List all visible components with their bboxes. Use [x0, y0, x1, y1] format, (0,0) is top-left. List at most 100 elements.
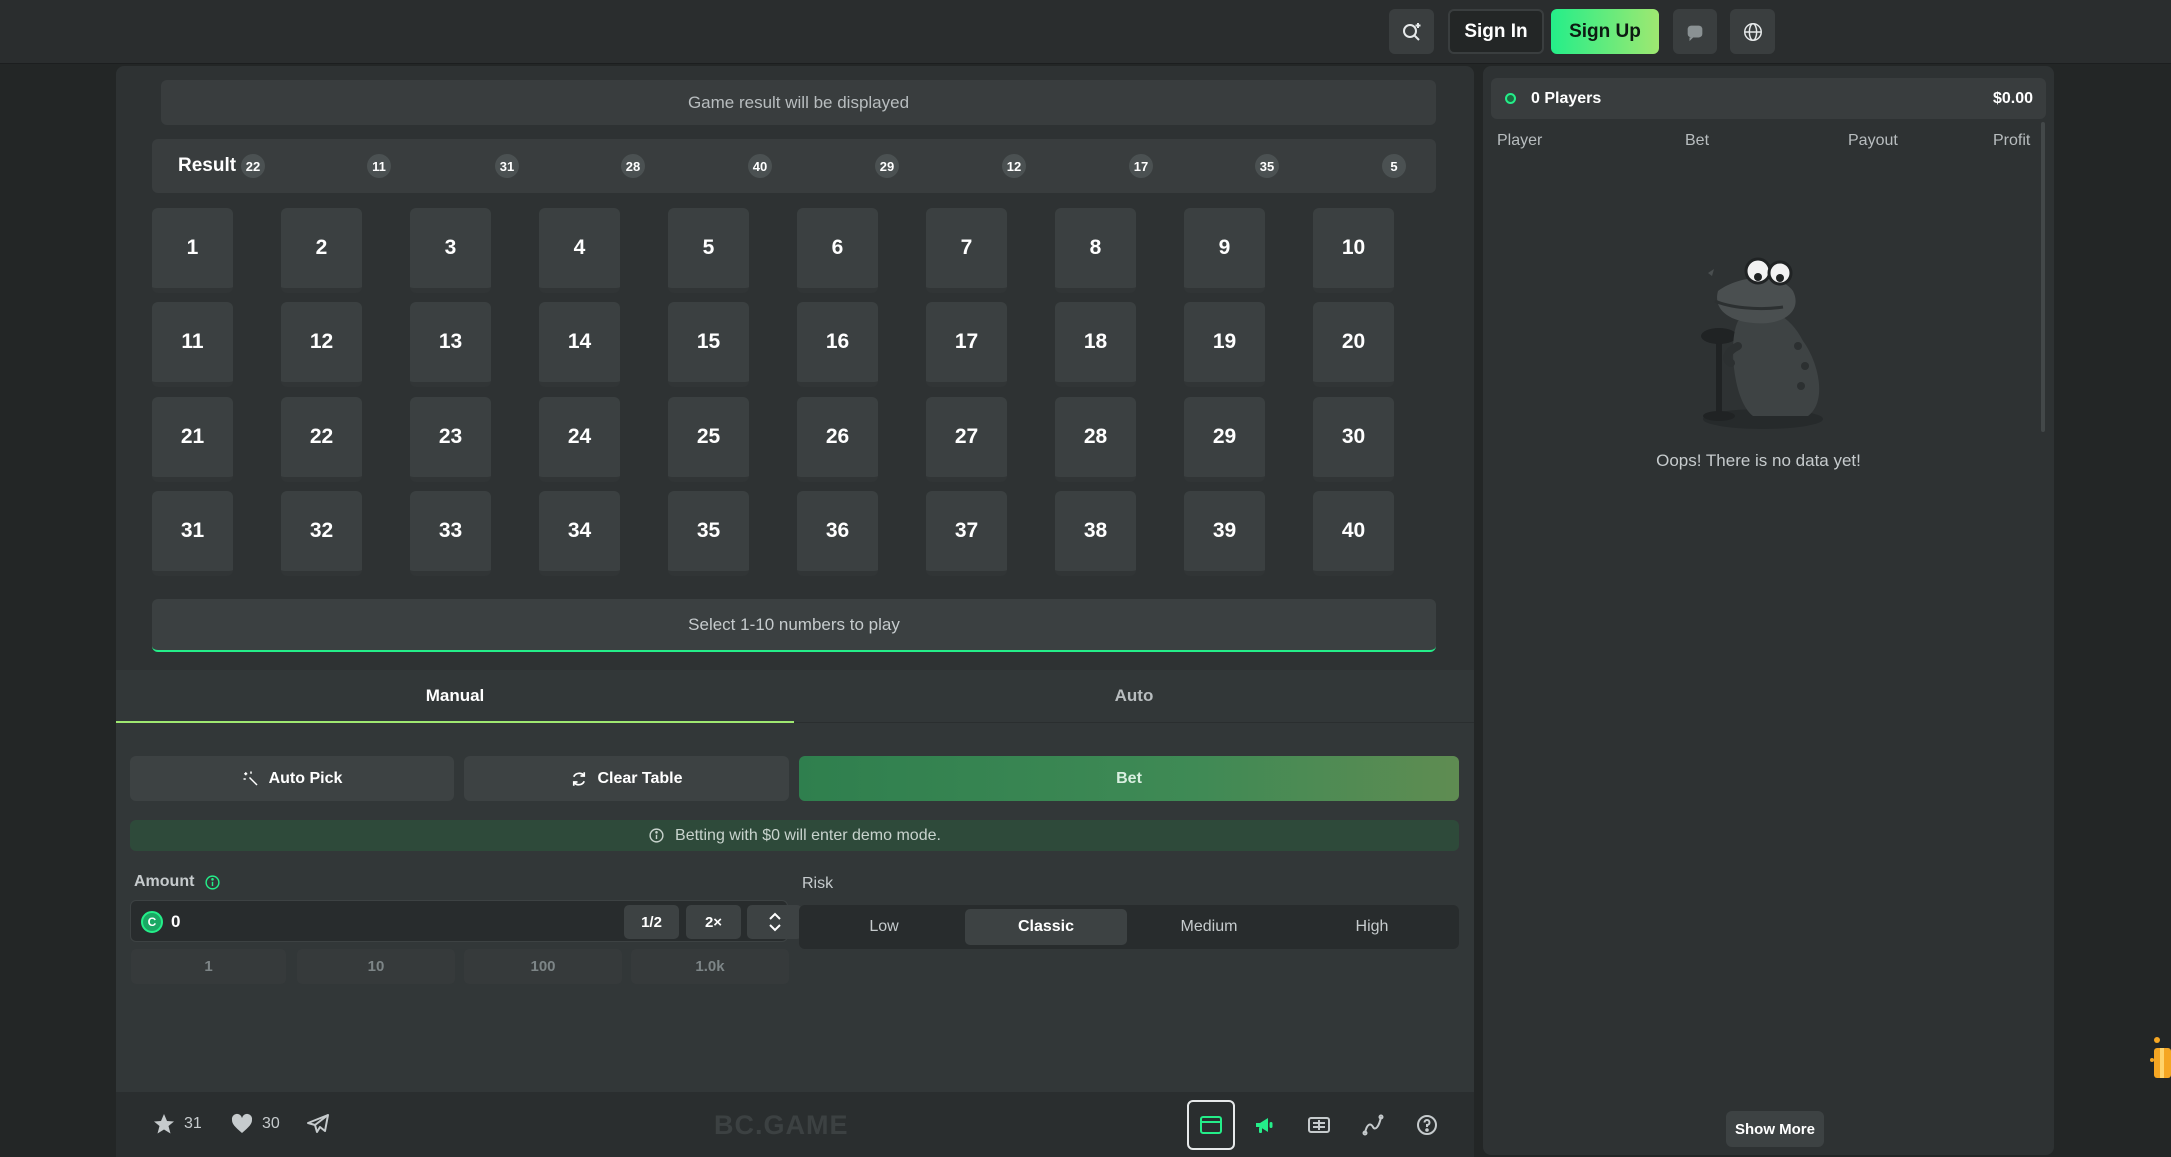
- number-tile[interactable]: 29: [1184, 397, 1265, 482]
- amount-input[interactable]: [171, 901, 521, 943]
- number-tile[interactable]: 38: [1055, 491, 1136, 576]
- share-button[interactable]: [306, 1112, 330, 1136]
- result-ball: 11: [367, 154, 391, 178]
- number-tile[interactable]: 1: [152, 208, 233, 293]
- number-tile[interactable]: 5: [668, 208, 749, 293]
- result-label: Result: [178, 155, 237, 176]
- result-history: Result 22 11 31 28 40 29 12 17 35 5: [152, 139, 1436, 193]
- number-tile[interactable]: 9: [1184, 208, 1265, 293]
- result-ball: 5: [1382, 154, 1406, 178]
- number-tile[interactable]: 27: [926, 397, 1007, 482]
- column-payout: Payout: [1848, 132, 1898, 149]
- number-tile[interactable]: 20: [1313, 302, 1394, 387]
- star-icon: [154, 1114, 174, 1134]
- number-tile[interactable]: 7: [926, 208, 1007, 293]
- star-count: 31: [184, 1115, 202, 1132]
- number-tile[interactable]: 37: [926, 491, 1007, 576]
- window-icon: [1200, 1116, 1222, 1134]
- auto-pick-button[interactable]: Auto Pick: [130, 756, 454, 801]
- coin-icon: C: [141, 911, 163, 933]
- like-button[interactable]: 30: [230, 1112, 280, 1136]
- result-ball: 22: [241, 154, 265, 178]
- amount-stepper[interactable]: [747, 905, 802, 939]
- show-more-button[interactable]: Show More: [1726, 1111, 1824, 1147]
- column-player: Player: [1497, 132, 1543, 149]
- number-tile[interactable]: 36: [797, 491, 878, 576]
- stats-button[interactable]: [1353, 1105, 1393, 1145]
- number-tile[interactable]: 8: [1055, 208, 1136, 293]
- chat-button[interactable]: [1673, 9, 1717, 54]
- preset-amount[interactable]: 100: [464, 949, 622, 984]
- magic-wand-icon: [243, 771, 258, 786]
- number-tile[interactable]: 13: [410, 302, 491, 387]
- refresh-icon: [573, 771, 586, 786]
- number-tile[interactable]: 10: [1313, 208, 1394, 293]
- bet-button[interactable]: Bet: [799, 756, 1459, 801]
- number-tile[interactable]: 4: [539, 208, 620, 293]
- number-tile[interactable]: 15: [668, 302, 749, 387]
- hotkeys-button[interactable]: [1299, 1105, 1339, 1145]
- players-total: $0.00: [1992, 90, 2033, 107]
- number-tile[interactable]: 26: [797, 397, 878, 482]
- number-tile[interactable]: 22: [281, 397, 362, 482]
- number-tile[interactable]: 23: [410, 397, 491, 482]
- half-button[interactable]: 1/2: [624, 905, 679, 939]
- number-tile[interactable]: 39: [1184, 491, 1265, 576]
- heart-icon: [231, 1113, 253, 1133]
- number-tile[interactable]: 2: [281, 208, 362, 293]
- number-tile[interactable]: 24: [539, 397, 620, 482]
- number-tile[interactable]: 35: [668, 491, 749, 576]
- sign-up-button[interactable]: Sign Up: [1551, 9, 1659, 54]
- number-tile[interactable]: 14: [539, 302, 620, 387]
- crocodile-mascot-icon: [1701, 257, 1823, 429]
- keyboard-icon: [1308, 1117, 1330, 1133]
- sound-button[interactable]: [1245, 1105, 1285, 1145]
- info-icon[interactable]: [204, 874, 221, 891]
- number-tile[interactable]: 25: [668, 397, 749, 482]
- language-button[interactable]: [1730, 9, 1775, 54]
- layout-toggle-button[interactable]: [1187, 1100, 1235, 1150]
- number-tile[interactable]: 3: [410, 208, 491, 293]
- risk-selector: Low Classic Medium High: [799, 905, 1459, 949]
- search-button[interactable]: [1389, 9, 1434, 54]
- risk-low[interactable]: Low: [803, 909, 965, 945]
- scrollbar[interactable]: [2041, 122, 2045, 432]
- clear-table-label: Clear Table: [597, 769, 683, 787]
- clear-table-button[interactable]: Clear Table: [464, 756, 789, 801]
- number-tile[interactable]: 16: [797, 302, 878, 387]
- gift-icon[interactable]: [2148, 1030, 2171, 1082]
- tab-auto[interactable]: Auto: [794, 670, 1474, 723]
- preset-amount[interactable]: 10: [297, 949, 455, 984]
- number-tile[interactable]: 31: [152, 491, 233, 576]
- chat-icon: [1687, 25, 1703, 41]
- risk-classic[interactable]: Classic: [965, 909, 1127, 945]
- column-profit: Profit: [1993, 132, 2031, 149]
- number-tile[interactable]: 34: [539, 491, 620, 576]
- tab-manual[interactable]: Manual: [116, 670, 794, 723]
- auto-pick-label: Auto Pick: [268, 769, 343, 787]
- number-tile[interactable]: 18: [1055, 302, 1136, 387]
- number-tile[interactable]: 32: [281, 491, 362, 576]
- risk-high[interactable]: High: [1291, 909, 1453, 945]
- number-tile[interactable]: 40: [1313, 491, 1394, 576]
- number-tile[interactable]: 30: [1313, 397, 1394, 482]
- sign-in-button[interactable]: Sign In: [1448, 9, 1544, 54]
- preset-amount[interactable]: 1: [131, 949, 286, 984]
- help-button[interactable]: [1407, 1105, 1447, 1145]
- favorite-button[interactable]: 31: [152, 1112, 202, 1136]
- risk-medium[interactable]: Medium: [1128, 909, 1290, 945]
- column-bet: Bet: [1685, 132, 1710, 149]
- number-tile[interactable]: 6: [797, 208, 878, 293]
- number-tile[interactable]: 17: [926, 302, 1007, 387]
- number-tile[interactable]: 33: [410, 491, 491, 576]
- like-count: 30: [262, 1115, 280, 1132]
- double-button[interactable]: 2×: [686, 905, 741, 939]
- number-tile[interactable]: 12: [281, 302, 362, 387]
- number-tile[interactable]: 11: [152, 302, 233, 387]
- empty-state-text: Oops! There is no data yet!: [1656, 451, 1861, 470]
- number-tile[interactable]: 19: [1184, 302, 1265, 387]
- preset-amount[interactable]: 1.0k: [631, 949, 789, 984]
- players-header: 0 Players $0.00: [1491, 78, 2046, 119]
- number-tile[interactable]: 21: [152, 397, 233, 482]
- number-tile[interactable]: 28: [1055, 397, 1136, 482]
